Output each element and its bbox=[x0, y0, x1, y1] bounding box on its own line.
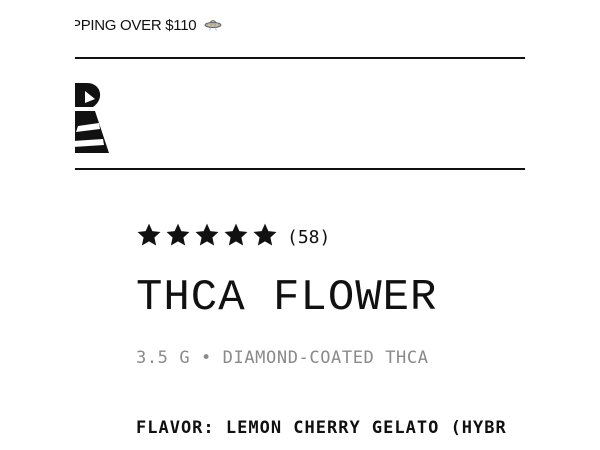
product-rating[interactable]: (58) bbox=[136, 222, 330, 253]
review-count[interactable]: (58) bbox=[287, 227, 330, 248]
star-icon bbox=[194, 222, 220, 253]
flavor-row[interactable]: FLAVOR: LEMON CHERRY GELATO (HYBR bbox=[136, 418, 525, 444]
brand-logo-icon[interactable] bbox=[75, 81, 115, 161]
star-icon bbox=[136, 222, 162, 253]
star-icon bbox=[165, 222, 191, 253]
announcement-bar: PPING OVER $110 bbox=[75, 0, 525, 57]
product-subtitle: 3.5 G • DIAMOND-COATED THCA bbox=[136, 348, 429, 368]
site-header bbox=[75, 59, 525, 168]
star-icon bbox=[223, 222, 249, 253]
product-title: THCA FLOWER bbox=[136, 273, 438, 323]
flavor-label: FLAVOR: LEMON CHERRY GELATO (HYBR bbox=[136, 418, 507, 438]
announcement-text: PPING OVER $110 bbox=[75, 17, 222, 35]
ufo-icon bbox=[204, 17, 222, 35]
header-divider-bottom bbox=[75, 168, 525, 170]
star-icon bbox=[252, 222, 278, 253]
